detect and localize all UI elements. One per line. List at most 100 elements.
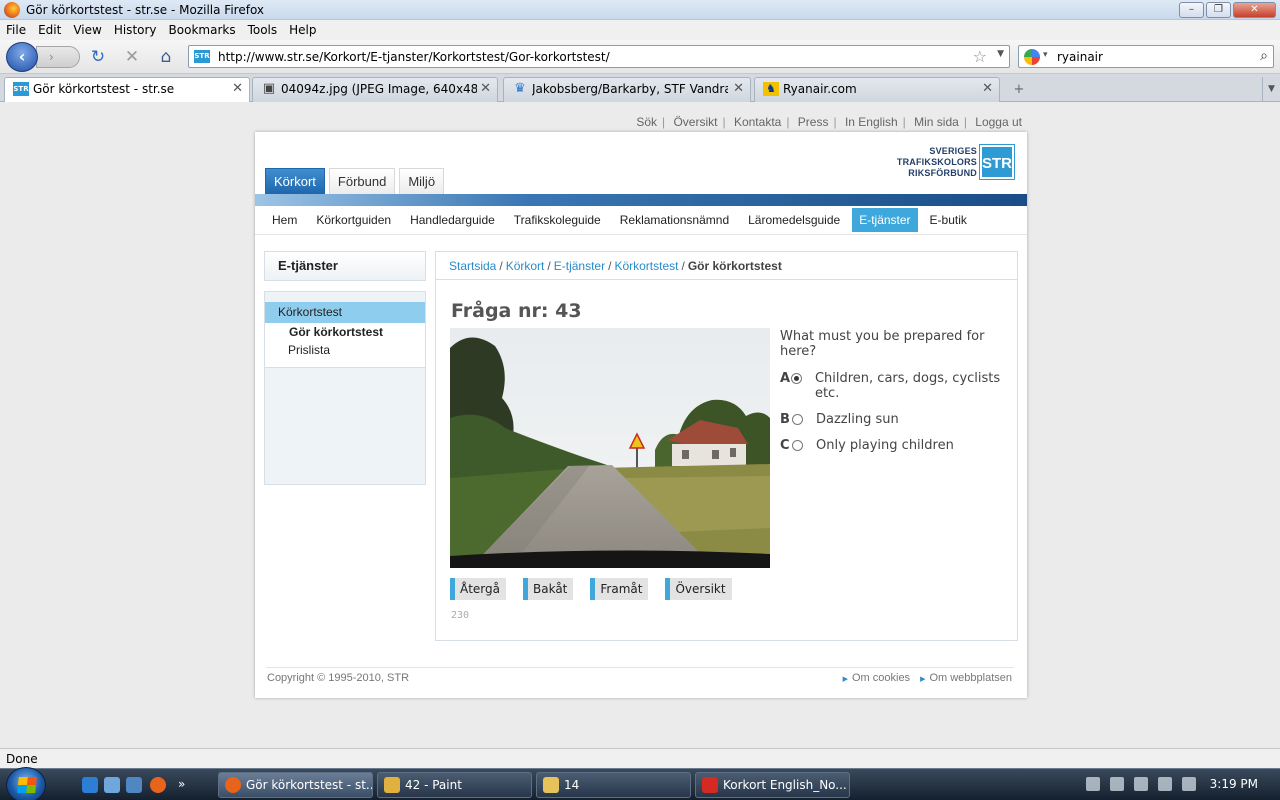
switch-windows-icon[interactable] <box>126 777 142 793</box>
breadcrumb-e-tjanster[interactable]: E-tjänster <box>554 259 605 273</box>
nav-reklamationsnamnd[interactable]: Reklamationsnämnd <box>613 208 736 232</box>
search-bar[interactable]: ▾ ryainair ⌕ <box>1018 45 1274 68</box>
nav-laromedelsguide[interactable]: Läromedelsguide <box>741 208 847 232</box>
atergа-button[interactable]: Återgå <box>450 578 506 600</box>
breadcrumb-startsida[interactable]: Startsida <box>449 259 496 273</box>
tab-korkort[interactable]: Körkort <box>265 168 325 194</box>
answer-letter: A <box>780 371 791 386</box>
nav-hem[interactable]: Hem <box>265 208 304 232</box>
toplink-oversikt[interactable]: Översikt <box>673 115 717 129</box>
back-button[interactable]: ‹ <box>6 42 38 72</box>
tab-miljo[interactable]: Miljö <box>399 168 445 194</box>
nav-korkortguiden[interactable]: Körkortguiden <box>309 208 398 232</box>
task-firefox[interactable]: Gör körkortstest - st... <box>218 772 373 798</box>
google-engine-icon[interactable] <box>1024 49 1040 65</box>
menu-tools[interactable]: Tools <box>242 23 284 37</box>
answer-a[interactable]: A Children, cars, dogs, cyclists etc. <box>780 371 1010 401</box>
reload-icon[interactable]: ↻ <box>88 48 108 66</box>
menu-file[interactable]: File <box>0 23 32 37</box>
volume-icon[interactable] <box>1182 777 1196 791</box>
network-icon[interactable] <box>1158 777 1172 791</box>
tab-forbund[interactable]: Förbund <box>328 168 396 194</box>
menu-bookmarks[interactable]: Bookmarks <box>163 23 242 37</box>
site-favicon-icon: STR <box>194 50 210 63</box>
tab-str[interactable]: STR Gör körkortstest - str.se ✕ <box>4 77 250 103</box>
bakat-button[interactable]: Bakåt <box>523 578 574 600</box>
tab-close-icon[interactable]: ✕ <box>232 81 243 96</box>
sidebar-item-korkortstest[interactable]: Körkortstest <box>265 302 425 323</box>
bookmark-star-icon[interactable]: ☆ <box>973 47 987 66</box>
question-buttons: Återgå Bakåt Framåt Översikt <box>450 578 749 600</box>
tab-stf-hostel[interactable]: ♛ Jakobsberg/Barkarby, STF Vandrarh... ✕ <box>503 77 751 102</box>
nav-handledarguide[interactable]: Handledarguide <box>403 208 502 232</box>
toplink-min-sida[interactable]: Min sida <box>914 115 959 129</box>
tray-arrow-icon[interactable] <box>1110 777 1124 791</box>
toplink-kontakta[interactable]: Kontakta <box>734 115 781 129</box>
tab-jpeg-image[interactable]: ▣ 04094z.jpg (JPEG Image, 640x480 pix...… <box>252 77 498 102</box>
answer-a-radio[interactable] <box>790 373 802 384</box>
firefox-quicklaunch-icon[interactable] <box>150 777 166 793</box>
sidebar-heading: E-tjänster <box>264 251 426 281</box>
menu-edit[interactable]: Edit <box>32 23 67 37</box>
sidebar-item-prislista[interactable]: Prislista <box>265 341 425 368</box>
tab-close-icon[interactable]: ✕ <box>480 81 491 96</box>
answer-b-radio[interactable] <box>792 414 803 425</box>
toplink-press[interactable]: Press <box>798 115 829 129</box>
toplink-sok[interactable]: Sök <box>636 115 657 129</box>
forward-button[interactable]: › <box>36 46 80 68</box>
more-icon[interactable]: » <box>178 777 194 793</box>
task-folder[interactable]: 14 <box>536 772 691 798</box>
footer-link-webbplatsen[interactable]: ▶ Om webbplatsen <box>920 672 1012 684</box>
start-button[interactable] <box>6 767 46 800</box>
oversikt-button[interactable]: Översikt <box>665 578 732 600</box>
str-logo[interactable]: SVERIGES TRAFIKSKOLORS RIKSFÖRBUND STR <box>897 144 1015 180</box>
paint-icon <box>384 777 400 793</box>
task-pdf[interactable]: Korkort English_No... <box>695 772 850 798</box>
tab-close-icon[interactable]: ✕ <box>733 81 744 96</box>
nav-e-tjanster[interactable]: E-tjänster <box>852 208 918 232</box>
search-input[interactable]: ryainair <box>1057 50 1103 64</box>
home-icon[interactable]: ⌂ <box>156 48 176 66</box>
task-paint[interactable]: 42 - Paint <box>377 772 532 798</box>
search-icon[interactable]: ⌕ <box>1260 48 1268 64</box>
tray-device-icon[interactable] <box>1134 777 1148 791</box>
show-desktop-icon[interactable] <box>104 777 120 793</box>
menu-view[interactable]: View <box>67 23 107 37</box>
url-dropdown-icon[interactable]: ▼ <box>997 49 1004 59</box>
sidebar-item-gor-korkortstest[interactable]: Gör körkortstest <box>265 323 425 341</box>
toplink-in-english[interactable]: In English <box>845 115 898 129</box>
nav-trafikskoleguide[interactable]: Trafikskoleguide <box>507 208 608 232</box>
engine-dropdown-icon[interactable]: ▾ <box>1043 50 1048 60</box>
footer-link-label: Om webbplatsen <box>929 672 1012 684</box>
clock[interactable]: 3:19 PM <box>1210 777 1258 791</box>
breadcrumb-korkortstest[interactable]: Körkortstest <box>614 259 678 273</box>
task-label: Gör körkortstest - st... <box>246 778 373 792</box>
new-tab-icon[interactable]: + <box>1004 79 1034 101</box>
keyboard-icon[interactable] <box>1086 777 1100 791</box>
breadcrumb-korkort[interactable]: Körkort <box>506 259 545 273</box>
menu-history[interactable]: History <box>108 23 163 37</box>
menu-help[interactable]: Help <box>283 23 322 37</box>
ie-icon[interactable] <box>82 777 98 793</box>
toplink-logga-ut[interactable]: Logga ut <box>975 115 1027 129</box>
tab-close-icon[interactable]: ✕ <box>982 81 993 96</box>
close-window-button[interactable]: ✕ <box>1233 2 1276 18</box>
tab-list-icon[interactable]: ▼ <box>1262 77 1280 102</box>
answer-c[interactable]: C Only playing children <box>780 438 1010 453</box>
url-text[interactable]: http://www.str.se/Korkort/E-tjanster/Kor… <box>218 50 610 64</box>
question-title: Fråga nr: 43 <box>451 300 582 322</box>
answer-b[interactable]: B Dazzling sun <box>780 412 1010 427</box>
tab-ryanair[interactable]: ♞ Ryanair.com ✕ <box>754 77 1000 102</box>
sidebar: E-tjänster Körkortstest Gör körkortstest… <box>264 251 426 485</box>
url-bar[interactable]: STR http://www.str.se/Korkort/E-tjanster… <box>188 45 1010 68</box>
answer-text: Only playing children <box>816 438 954 453</box>
minimize-button[interactable]: – <box>1179 2 1204 18</box>
framat-button[interactable]: Framåt <box>590 578 649 600</box>
answer-text: Dazzling sun <box>816 412 899 427</box>
footer-link-cookies[interactable]: ▶ Om cookies <box>843 672 910 684</box>
maximize-button[interactable]: ❐ <box>1206 2 1231 18</box>
nav-e-butik[interactable]: E-butik <box>923 208 974 232</box>
stop-icon[interactable]: ✕ <box>122 48 142 66</box>
answer-c-radio[interactable] <box>792 440 803 451</box>
ryanair-harp-icon: ♞ <box>763 82 779 96</box>
